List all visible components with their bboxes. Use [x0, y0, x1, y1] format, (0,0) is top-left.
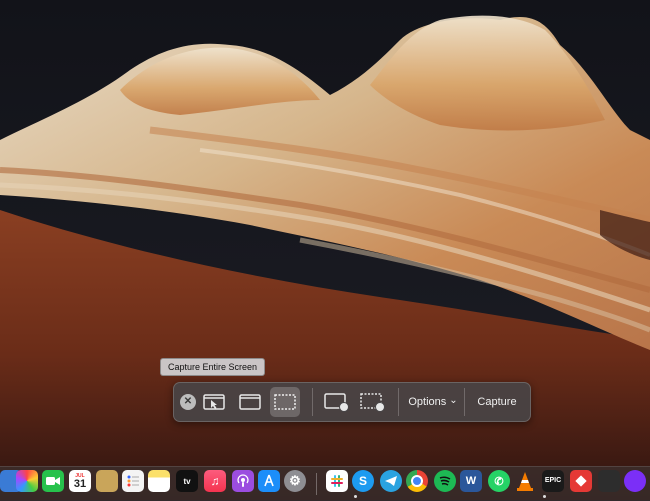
capture-entire-screen-tooltip: Capture Entire Screen	[160, 358, 266, 376]
capture-entire-screen-button[interactable]	[270, 387, 300, 417]
list-icon	[127, 475, 139, 487]
toolbar-divider	[398, 388, 399, 416]
epic-label: EPIC	[544, 477, 562, 484]
window-capture-icon	[203, 394, 225, 410]
podcast-wave-icon	[237, 474, 249, 487]
skype-letter: S	[358, 474, 367, 488]
notes-icon[interactable]	[148, 470, 170, 492]
facetime-icon[interactable]	[42, 470, 64, 492]
dock: JUL 31 tv ♫ ⚙ S W ✆ EPIC	[0, 466, 650, 501]
phone-icon: ✆	[494, 475, 504, 488]
anydesk-icon[interactable]	[570, 470, 592, 492]
calendar-day: 31	[73, 477, 87, 490]
toolbar-divider	[464, 388, 465, 416]
record-entire-screen-button[interactable]	[322, 387, 352, 417]
record-selection-icon	[360, 393, 385, 412]
desktop-wallpaper	[0, 0, 650, 500]
skype-icon[interactable]: S	[352, 470, 374, 492]
capture-selected-window-button[interactable]	[200, 387, 228, 417]
slack-hash-icon	[331, 475, 343, 487]
app-store-a-icon	[264, 474, 274, 487]
running-indicator	[543, 495, 546, 498]
dock-divider	[316, 473, 317, 495]
system-preferences-icon[interactable]: ⚙	[284, 470, 306, 492]
notes-app-icon[interactable]	[96, 470, 118, 492]
window-icon	[239, 394, 261, 410]
slack-icon[interactable]	[326, 470, 348, 492]
app-store-icon[interactable]	[258, 470, 280, 492]
options-label: Options	[408, 396, 447, 408]
record-screen-icon	[324, 393, 349, 412]
app-icon[interactable]	[624, 470, 646, 492]
spotify-waves-icon	[439, 476, 451, 486]
telegram-icon[interactable]	[380, 470, 402, 492]
epic-games-icon[interactable]: EPIC	[542, 470, 564, 492]
chrome-center-icon	[411, 475, 423, 487]
video-camera-icon	[46, 477, 60, 485]
capture-label: Capture	[477, 396, 517, 408]
close-icon: ✕	[183, 396, 193, 407]
capture-button[interactable]: Capture	[466, 387, 528, 417]
music-icon[interactable]: ♫	[204, 470, 226, 492]
diamond-icon	[575, 475, 587, 487]
traffic-cone-icon	[517, 472, 533, 491]
word-letter: W	[465, 475, 477, 487]
vlc-icon[interactable]	[514, 470, 536, 492]
utility-app-icon[interactable]	[598, 470, 620, 492]
toolbar-divider	[312, 388, 313, 416]
chrome-icon[interactable]	[406, 470, 428, 492]
screenshot-toolbar: ✕ Options ⌄ Capture	[173, 382, 531, 422]
word-icon[interactable]: W	[460, 470, 482, 492]
apple-tv-icon[interactable]: tv	[176, 470, 198, 492]
podcasts-icon[interactable]	[232, 470, 254, 492]
options-menu-button[interactable]: Options ⌄	[404, 387, 462, 417]
whatsapp-icon[interactable]: ✆	[488, 470, 510, 492]
running-indicator	[354, 495, 357, 498]
close-button[interactable]: ✕	[180, 394, 196, 410]
calendar-icon[interactable]: JUL 31	[69, 470, 91, 492]
paper-plane-icon	[385, 476, 397, 486]
music-note-icon: ♫	[210, 474, 220, 488]
reminders-icon[interactable]	[122, 470, 144, 492]
spotify-icon[interactable]	[434, 470, 456, 492]
capture-window-button[interactable]	[236, 387, 264, 417]
gear-icon: ⚙	[289, 473, 301, 488]
tv-label: tv	[183, 476, 191, 486]
photos-icon[interactable]	[16, 470, 38, 492]
record-selected-portion-button[interactable]	[358, 387, 388, 417]
chevron-down-icon: ⌄	[449, 394, 458, 406]
selection-frame-icon	[274, 394, 296, 410]
